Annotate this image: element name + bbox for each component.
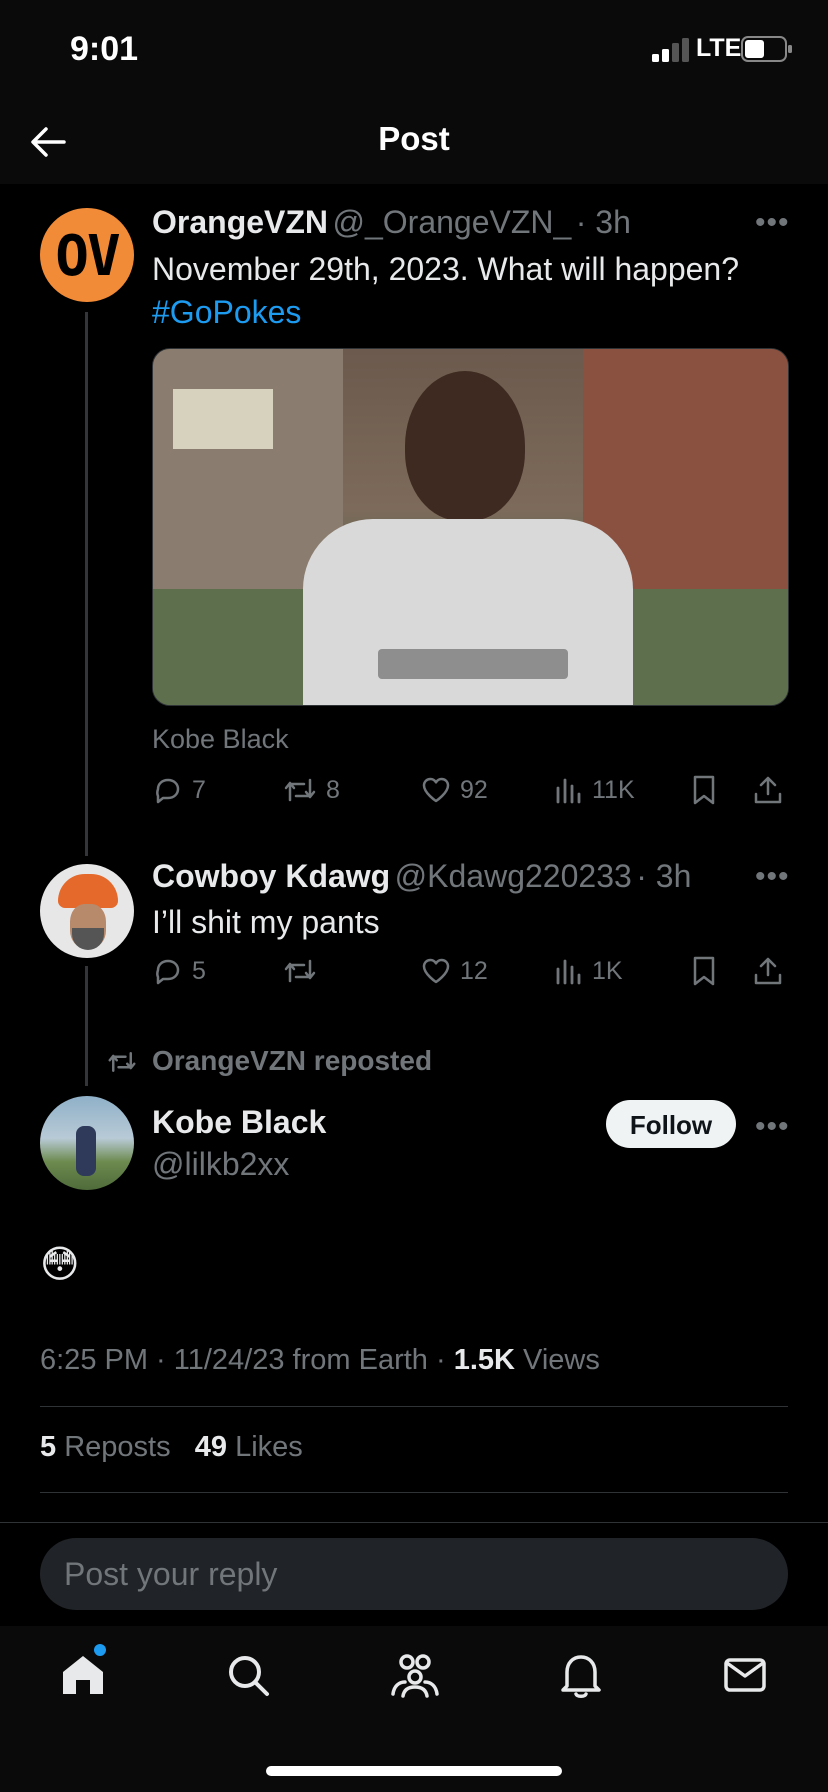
reply-count: 5	[192, 956, 206, 985]
views-button[interactable]: 1K	[554, 955, 623, 987]
likes-stat[interactable]: 49 Likes	[195, 1431, 303, 1463]
views-count: 1.5K	[453, 1344, 515, 1376]
follow-button[interactable]: Follow	[606, 1100, 736, 1148]
author-name[interactable]: Kobe Black	[152, 1104, 326, 1141]
page-title: Post	[378, 120, 450, 157]
repost-icon	[284, 778, 316, 802]
reply-count: 7	[192, 775, 206, 804]
shirt-print	[378, 649, 568, 679]
post-meta: 6:25 PM · 11/24/23 from Earth · 1.5K Vie…	[40, 1344, 600, 1377]
tab-search[interactable]	[223, 1650, 273, 1705]
share-button[interactable]	[752, 955, 784, 987]
reposts-count: 5	[40, 1431, 57, 1463]
avatar-initials: OV	[55, 224, 120, 289]
repost-count: 8	[326, 775, 340, 804]
post-timestamp: 6:25 PM · 11/24/23 from Earth ·	[40, 1344, 454, 1376]
tweet-header: OrangeVZN @_OrangeVZN_ · 3h	[152, 204, 631, 241]
repost-button[interactable]: 8	[282, 774, 340, 806]
more-icon[interactable]: •••	[755, 860, 790, 894]
action-row: 7 8 92 11K	[152, 774, 792, 814]
bookmark-button[interactable]	[690, 955, 718, 987]
author-name[interactable]: OrangeVZN	[152, 204, 328, 240]
reposts-label: Reposts	[64, 1431, 171, 1463]
likes-label: Likes	[235, 1431, 303, 1463]
action-row: 5 12 1K	[152, 955, 792, 995]
post-time: · 3h	[575, 204, 631, 240]
avatar-hat	[58, 874, 118, 908]
divider	[40, 1406, 788, 1407]
status-time: 9:01	[70, 30, 139, 68]
share-icon	[754, 776, 782, 804]
window-light	[173, 389, 273, 449]
player-head	[405, 371, 525, 521]
like-count: 92	[460, 775, 488, 804]
reply-input[interactable]: Post your reply	[40, 1538, 788, 1610]
views-button[interactable]: 11K	[554, 774, 635, 806]
tab-home[interactable]	[58, 1644, 108, 1700]
signal-icon	[652, 38, 689, 62]
views-icon	[556, 778, 581, 804]
author-name[interactable]: Cowboy Kdawg	[152, 858, 390, 894]
thread-line	[85, 312, 88, 856]
home-icon	[63, 1656, 103, 1694]
like-count: 12	[460, 956, 488, 985]
image-caption: Kobe Black	[152, 724, 289, 754]
author-handle[interactable]: @Kdawg220233	[395, 858, 632, 894]
reply-button[interactable]: 7	[152, 774, 206, 806]
network-label: LTE	[696, 34, 742, 62]
avatar[interactable]	[40, 1096, 134, 1190]
views-count: 1K	[592, 956, 623, 985]
post-text: I’ll shit my pants	[152, 904, 380, 940]
views-icon	[556, 959, 581, 985]
avatar[interactable]	[40, 864, 134, 958]
author-handle[interactable]: @_OrangeVZN_	[332, 204, 571, 240]
bookmark-icon	[693, 775, 715, 805]
tab-notifications[interactable]	[556, 1650, 606, 1705]
share-icon	[754, 957, 782, 985]
engagement-stats: 5 Reposts 49 Likes	[40, 1431, 303, 1464]
author-handle[interactable]: @lilkb2xx	[152, 1146, 289, 1183]
hashtag-link[interactable]: #GoPokes	[152, 294, 301, 330]
like-button[interactable]: 12	[420, 955, 488, 987]
post-time: · 3h	[636, 858, 692, 894]
views-count: 11K	[592, 775, 635, 804]
views-label: Views	[514, 1344, 600, 1376]
tweet-header: Cowboy Kdawg @Kdawg220233 · 3h	[152, 858, 691, 895]
reply-icon	[156, 778, 180, 804]
repost-button[interactable]	[282, 955, 326, 987]
messages-icon	[724, 1658, 766, 1692]
tab-communities[interactable]	[389, 1650, 441, 1705]
likes-count: 49	[194, 1431, 228, 1463]
reply-button[interactable]: 5	[152, 955, 206, 987]
post-image[interactable]	[152, 348, 789, 706]
repost-icon	[108, 1052, 136, 1072]
like-icon	[422, 958, 450, 984]
more-icon[interactable]: •••	[755, 1110, 790, 1144]
reposts-stat[interactable]: 5 Reposts	[40, 1431, 179, 1463]
bookmark-icon	[693, 956, 715, 986]
post-emoji: 😳	[40, 1244, 80, 1286]
like-button[interactable]: 92	[420, 774, 488, 806]
search-icon	[229, 1656, 269, 1696]
avatar-figure	[76, 1126, 96, 1176]
avatar[interactable]: OV	[40, 208, 134, 302]
share-button[interactable]	[752, 774, 784, 806]
like-icon	[422, 777, 450, 803]
repost-label[interactable]: OrangeVZN reposted	[152, 1045, 432, 1077]
repost-icon	[284, 959, 316, 983]
communities-icon	[391, 1654, 439, 1698]
thread-line	[85, 966, 88, 1086]
tab-messages[interactable]	[720, 1650, 770, 1705]
notifications-icon	[561, 1655, 601, 1698]
reply-icon	[156, 959, 180, 985]
battery-icon	[741, 36, 792, 62]
home-indicator	[266, 1766, 562, 1776]
bookmark-button[interactable]	[690, 774, 718, 806]
post-text: November 29th, 2023. What will happen? #…	[152, 248, 792, 334]
post-body: November 29th, 2023. What will happen?	[152, 251, 740, 287]
divider	[40, 1492, 788, 1493]
more-icon[interactable]: •••	[755, 206, 790, 240]
notification-dot	[94, 1644, 106, 1656]
avatar-beard	[72, 928, 104, 950]
